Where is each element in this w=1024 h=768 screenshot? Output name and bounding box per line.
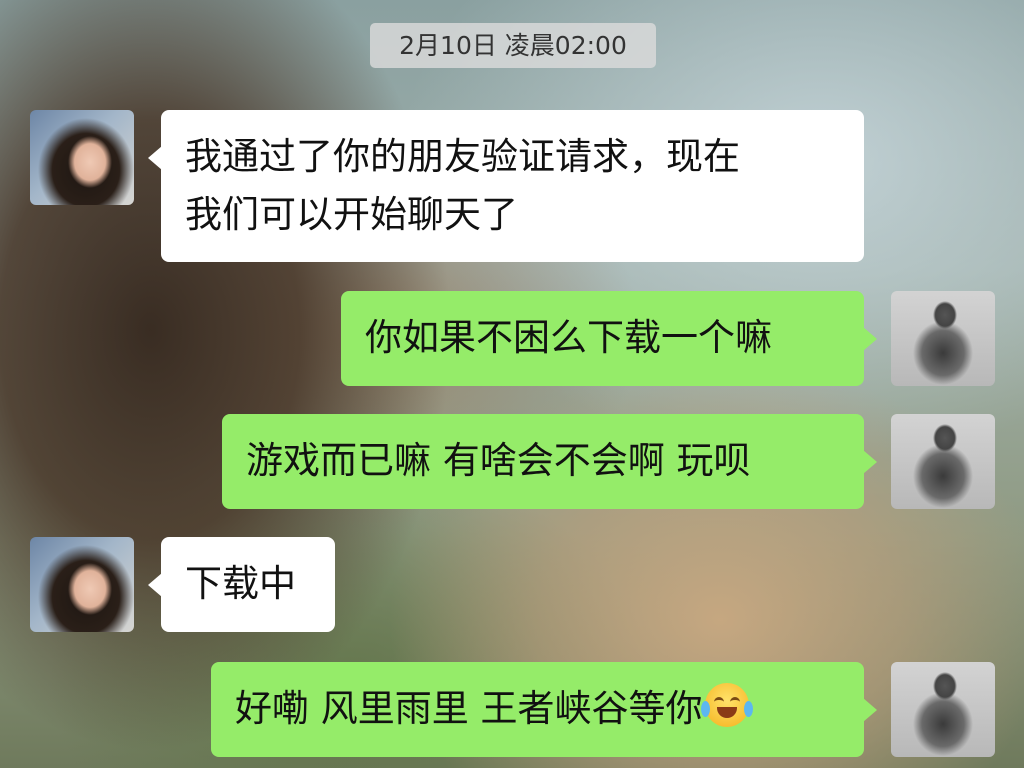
self-avatar[interactable] bbox=[891, 414, 995, 509]
message-bubble-outgoing[interactable]: 游戏而已嘛 有啥会不会啊 玩呗 bbox=[222, 414, 877, 509]
message-text-line: 下载中 bbox=[185, 562, 296, 605]
message-text: 好嘞 风里雨里 王者峡谷等你 bbox=[235, 687, 703, 730]
self-avatar[interactable] bbox=[891, 291, 995, 386]
contact-avatar[interactable] bbox=[30, 110, 134, 205]
message-bubble-incoming[interactable]: 下载中 bbox=[148, 537, 335, 632]
message-text-line: 我们可以开始聊天了 bbox=[185, 193, 518, 236]
message-text-line: 你如果不困么下载一个嘛 bbox=[365, 316, 772, 359]
message-text-line: 我通过了你的朋友验证请求，现在 bbox=[185, 135, 740, 178]
contact-avatar[interactable] bbox=[30, 537, 134, 632]
self-avatar[interactable] bbox=[891, 662, 995, 757]
tears-of-joy-emoji-icon bbox=[700, 683, 753, 727]
message-bubble-incoming[interactable]: 我通过了你的朋友验证请求，现在 我们可以开始聊天了 bbox=[148, 110, 864, 262]
message-text-line: 好嘞 风里雨里 王者峡谷等你 bbox=[235, 680, 840, 738]
message-bubble-outgoing[interactable]: 你如果不困么下载一个嘛 bbox=[341, 291, 877, 386]
message-text-line: 游戏而已嘛 有啥会不会啊 玩呗 bbox=[246, 439, 751, 482]
timestamp-label: 2月10日 凌晨02:00 bbox=[370, 23, 656, 68]
message-bubble-outgoing[interactable]: 好嘞 风里雨里 王者峡谷等你 bbox=[211, 662, 877, 757]
